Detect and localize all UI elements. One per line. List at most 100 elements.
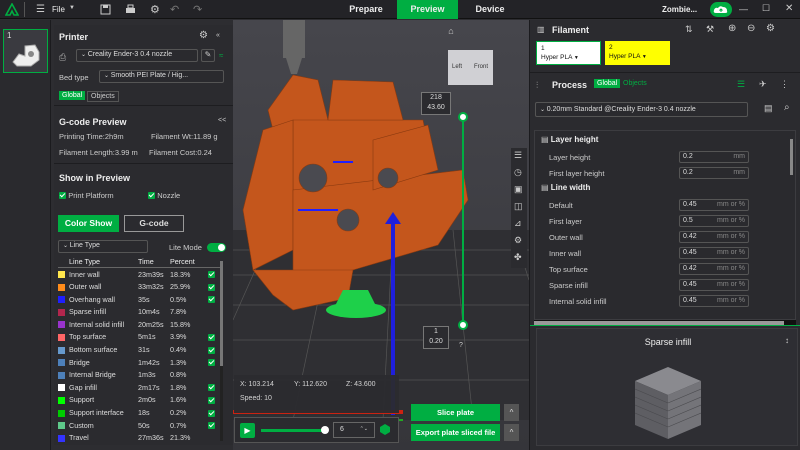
visibility-checkbox[interactable]	[208, 422, 215, 430]
legend-row[interactable]: Overhang wall 35s 0.5%	[58, 293, 220, 306]
save-preset-icon[interactable]: ▤	[764, 103, 773, 114]
slice-plate-button[interactable]: Slice plate	[411, 404, 500, 421]
history-icon[interactable]: ◷	[514, 167, 522, 178]
visibility-checkbox[interactable]	[208, 384, 215, 392]
help-icon[interactable]: ?	[459, 342, 463, 349]
slice-options-button[interactable]: ^	[504, 404, 519, 421]
file-menu[interactable]: File	[52, 5, 65, 14]
view-cube[interactable]: Left Front	[448, 50, 493, 85]
visibility-checkbox[interactable]	[208, 346, 215, 354]
compare-icon[interactable]: ✈	[759, 79, 767, 90]
edit-icon[interactable]: ✎	[201, 49, 215, 62]
nozzle-checkbox[interactable]: Nozzle	[148, 191, 180, 200]
undo-icon[interactable]: ↶	[170, 3, 179, 16]
filament-settings-icon[interactable]: ⚒	[706, 24, 714, 35]
visibility-checkbox[interactable]	[208, 359, 215, 367]
legend-row[interactable]: Internal Bridge 1m3s 0.8%	[58, 368, 220, 381]
play-button[interactable]: ▶	[240, 423, 255, 438]
export-options-button[interactable]: ^	[504, 424, 519, 441]
setting-input[interactable]: 0.45 mm or %	[679, 279, 749, 291]
maximize-icon[interactable]: ☐	[762, 3, 770, 14]
setting-input[interactable]: 0.2 mm	[679, 151, 749, 163]
dashboard-icon[interactable]: ▣	[514, 184, 523, 195]
legend-row[interactable]: Outer wall 33m32s 25.9%	[58, 280, 220, 293]
legend-row[interactable]: Travel 27m36s 21.3%	[58, 431, 220, 444]
sync-icon[interactable]: ⇅	[685, 24, 693, 35]
minimize-icon[interactable]: —	[739, 4, 748, 14]
settings-scrollbar[interactable]	[790, 139, 793, 175]
progress-track[interactable]	[261, 429, 323, 432]
wifi-icon[interactable]: ≈	[219, 51, 223, 60]
cloud-upload-icon[interactable]	[710, 2, 732, 17]
save-icon[interactable]	[100, 4, 112, 15]
gcode-button[interactable]: G-code	[124, 215, 184, 232]
export-gcode-button[interactable]: Export plate sliced file	[411, 424, 500, 441]
expand-icon[interactable]: ↕	[785, 336, 789, 345]
legend-row[interactable]: Support interface 18s 0.2%	[58, 406, 220, 419]
legend-scrollbar[interactable]	[220, 261, 223, 441]
close-icon[interactable]: ✕	[785, 3, 793, 14]
lite-mode-toggle[interactable]	[207, 243, 226, 252]
object-icon[interactable]: ◫	[514, 201, 523, 212]
stepper-icon[interactable]: ⌃⌄	[360, 426, 368, 432]
visibility-checkbox[interactable]	[208, 271, 215, 279]
gear-icon[interactable]: ⚙	[766, 23, 775, 34]
setting-input[interactable]: 0.45 mm or %	[679, 295, 749, 307]
filament-slot-2[interactable]: 2 Hyper PLA ▼	[605, 41, 670, 65]
visibility-checkbox[interactable]	[208, 296, 215, 304]
legend-row[interactable]: Top surface 5m1s 3.9%	[58, 331, 220, 344]
layers-icon[interactable]: ☰	[514, 150, 522, 161]
remove-icon[interactable]: ⊖	[747, 23, 755, 34]
tab-process-global[interactable]: Global	[594, 79, 621, 88]
filament-slot-1[interactable]: 1 Hyper PLA ▼	[536, 41, 601, 65]
visibility-checkbox[interactable]	[208, 283, 215, 291]
gear-icon[interactable]: ⚙	[150, 3, 160, 16]
setting-input[interactable]: 0.45 mm or %	[679, 199, 749, 211]
legend-row[interactable]: Inner wall 23m39s 18.3%	[58, 268, 220, 281]
home-icon[interactable]: ⌂	[443, 26, 459, 38]
legend-row[interactable]: Bottom surface 31s 0.4%	[58, 343, 220, 356]
print-icon[interactable]	[125, 4, 137, 15]
printer-settings-icon[interactable]: ⚙	[199, 30, 208, 41]
collapse-icon[interactable]: «	[216, 32, 220, 39]
user-name[interactable]: Zombie...	[662, 5, 697, 14]
search-icon[interactable]: ⌕	[784, 102, 790, 113]
legend-row[interactable]: Internal solid infill 20m25s 15.8%	[58, 318, 220, 331]
3d-viewport[interactable]: ⌂ Left Front 218 43.60 1 0.20 ? ☰ ◷ ▣ ◫ ⊿ …	[233, 20, 529, 450]
setting-input[interactable]: 0.5 mm or %	[679, 215, 749, 227]
legend-row[interactable]: Support 2m0s 1.6%	[58, 394, 220, 407]
color-show-button[interactable]: Color Show	[58, 215, 119, 232]
redo-icon[interactable]: ↷	[193, 3, 202, 16]
menu-icon[interactable]: ☰	[36, 4, 45, 15]
setting-input[interactable]: 0.42 mm or %	[679, 263, 749, 275]
advanced-toggle-icon[interactable]: ☰	[737, 79, 745, 90]
layer-color-icon[interactable]	[380, 424, 390, 435]
tab-objects[interactable]: Objects	[87, 91, 119, 102]
tab-process-objects[interactable]: Objects	[623, 80, 647, 87]
plate-thumbnail[interactable]: 1	[3, 29, 48, 73]
collapse-gcode-button[interactable]: <<	[218, 117, 226, 124]
assembly-icon[interactable]: ✤	[514, 252, 522, 263]
tab-prepare[interactable]: Prepare	[336, 0, 396, 19]
legend-row[interactable]: Sparse infill 10m4s 7.8%	[58, 305, 220, 318]
process-preset-select[interactable]: ⌄ 0.20mm Standard @Creality Ender-3 0.4 …	[535, 102, 748, 117]
tab-preview[interactable]: Preview	[397, 0, 458, 19]
setting-input[interactable]: 0.2 mm	[679, 167, 749, 179]
tab-global[interactable]: Global	[59, 91, 86, 100]
step-input[interactable]: 6 ⌃⌄	[333, 422, 375, 438]
scroll-thumb[interactable]	[220, 261, 223, 366]
line-type-select[interactable]: ⌄ Line Type	[58, 240, 148, 253]
setting-input[interactable]: 0.42 mm or %	[679, 231, 749, 243]
visibility-checkbox[interactable]	[208, 409, 215, 417]
printer-select[interactable]: ⌄ Creality Ender-3 0.4 nozzle	[76, 49, 198, 62]
legend-row[interactable]: Custom 50s 0.7%	[58, 419, 220, 432]
chevron-down-icon[interactable]: ▼	[69, 5, 75, 11]
settings-icon[interactable]: ⚙	[514, 235, 522, 246]
setting-input[interactable]: 0.45 mm or %	[679, 247, 749, 259]
more-icon[interactable]: ⋮	[780, 79, 789, 90]
bed-type-select[interactable]: ⌄ Smooth PEI Plate / Hig...	[99, 70, 224, 83]
tab-device[interactable]: Device	[460, 0, 520, 19]
print-platform-checkbox[interactable]: Print Platform	[59, 191, 114, 200]
legend-row[interactable]: Gap infill 2m17s 1.8%	[58, 381, 220, 394]
progress-handle[interactable]	[321, 426, 329, 434]
